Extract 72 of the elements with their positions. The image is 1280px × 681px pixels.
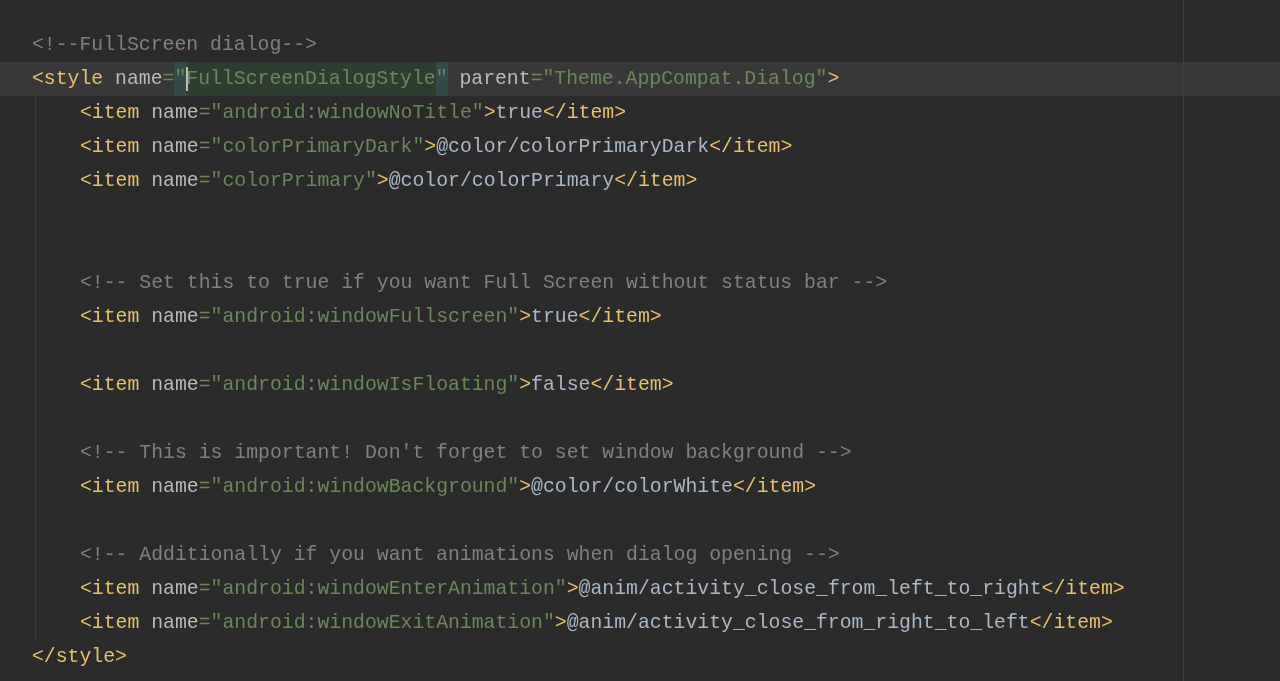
attribute-value: "android:windowEnterAnimation": [210, 577, 567, 601]
xml-tag: >: [519, 373, 532, 397]
xml-tag: </item>: [590, 373, 674, 397]
element-text: true: [531, 305, 579, 329]
xml-tag: </item>: [1029, 611, 1113, 635]
element-text: false: [531, 373, 591, 397]
attribute-name: name: [150, 169, 199, 193]
xml-tag: <item: [80, 101, 140, 125]
attribute-value: "android:windowExitAnimation": [210, 611, 555, 635]
equals-sign: =: [198, 577, 211, 601]
xml-tag: >: [424, 135, 437, 159]
xml-tag: </style>: [32, 645, 127, 669]
element-text: @color/colorWhite: [531, 475, 733, 499]
xml-tag: </item>: [543, 101, 627, 125]
equals-sign: =: [198, 373, 211, 397]
attribute-name: name: [150, 475, 199, 499]
xml-tag: </item>: [709, 135, 793, 159]
xml-tag: <item: [80, 373, 140, 397]
attribute-name: name: [150, 305, 199, 329]
attribute-value: "android:windowNoTitle": [210, 101, 484, 125]
attribute-value: "colorPrimaryDark": [210, 135, 425, 159]
xml-tag: <item: [80, 475, 140, 499]
equals-sign: =: [198, 475, 211, 499]
xml-tag: <item: [80, 577, 140, 601]
xml-tag: </item>: [578, 305, 662, 329]
element-text: true: [495, 101, 543, 125]
attribute-name: name: [114, 67, 163, 91]
xml-tag: >: [566, 577, 579, 601]
comment-text: <!-- Set this to true if you want Full Screen without status bar -->: [80, 271, 888, 295]
xml-tag: <item: [80, 169, 140, 193]
xml-tag: >: [827, 67, 840, 91]
comment-text: <!-- This is important! Don't forget to set window background -->: [80, 441, 852, 465]
xml-tag: >: [519, 305, 532, 329]
comment-text: <!--FullScreen dialog-->: [32, 33, 317, 57]
xml-tag: <item: [80, 611, 140, 635]
xml-tag: </item>: [1041, 577, 1125, 601]
equals-sign: =: [162, 67, 175, 91]
attribute-value: "android:windowBackground": [210, 475, 520, 499]
attribute-name: name: [150, 611, 199, 635]
xml-tag: </item>: [614, 169, 698, 193]
equals-sign: =: [198, 611, 211, 635]
xml-tag: >: [554, 611, 567, 635]
attribute-name: name: [150, 373, 199, 397]
attribute-value: "Theme.AppCompat.Dialog": [542, 67, 828, 91]
element-text: @anim/activity_close_from_right_to_left: [566, 611, 1030, 635]
equals-sign: =: [530, 67, 543, 91]
equals-sign: =: [198, 101, 211, 125]
attribute-value: "android:windowFullscreen": [210, 305, 520, 329]
text-cursor: [186, 67, 189, 91]
xml-tag: >: [376, 169, 389, 193]
attribute-name: name: [150, 101, 199, 125]
attribute-name: name: [150, 577, 199, 601]
xml-tag: >: [483, 101, 496, 125]
code-editor[interactable]: [0, 0, 1280, 681]
comment-text: <!-- Additionally if you want animations when dialog opening -->: [80, 543, 840, 567]
xml-tag: </item>: [732, 475, 817, 499]
xml-tag: >: [519, 475, 532, 499]
xml-tag: <item: [80, 305, 140, 329]
attribute-value: "android:windowIsFloating": [210, 373, 520, 397]
xml-tag: <item: [80, 135, 140, 159]
element-text: @color/colorPrimary: [388, 169, 615, 193]
attribute-value: "colorPrimary": [210, 169, 377, 193]
matched-quote: ": [174, 62, 187, 96]
equals-sign: =: [198, 135, 211, 159]
element-text: @anim/activity_close_from_left_to_right: [578, 577, 1042, 601]
xml-tag: <style: [32, 67, 104, 91]
attribute-name: parent: [458, 67, 531, 91]
equals-sign: =: [198, 169, 211, 193]
equals-sign: =: [198, 305, 211, 329]
attribute-name: name: [150, 135, 199, 159]
attribute-value: FullScreenDialogStyle: [186, 62, 436, 96]
element-text: @color/colorPrimaryDark: [436, 135, 710, 159]
